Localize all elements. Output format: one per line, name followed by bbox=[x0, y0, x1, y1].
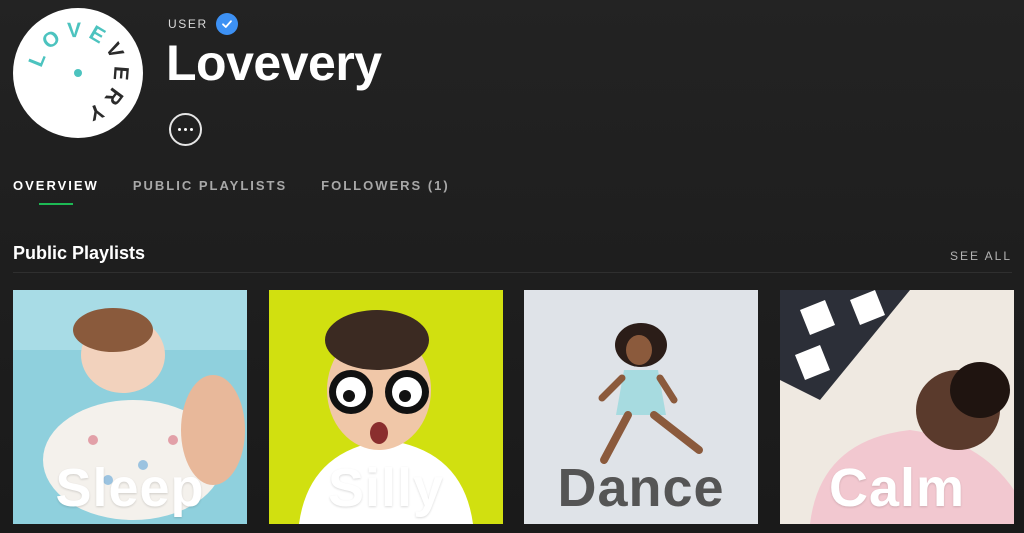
playlist-card-silly[interactable]: Silly bbox=[269, 290, 503, 524]
active-tab-indicator bbox=[39, 203, 73, 205]
playlist-title: Silly bbox=[327, 458, 445, 518]
playlist-title: Sleep bbox=[55, 458, 205, 518]
playlist-title: Dance bbox=[557, 458, 725, 518]
profile-page: LOVE VERY USER Lovevery OVERVIEW PUBLIC … bbox=[0, 0, 1024, 533]
profile-type-label: USER bbox=[168, 17, 208, 31]
more-options-button[interactable] bbox=[169, 113, 202, 146]
see-all-link[interactable]: SEE ALL bbox=[950, 249, 1012, 263]
playlist-title: Calm bbox=[828, 458, 966, 518]
section-divider bbox=[13, 272, 1012, 273]
playlist-card-dance[interactable]: Dance bbox=[524, 290, 758, 524]
playlist-card-sleep[interactable]: Sleep bbox=[13, 290, 247, 524]
avatar: LOVE VERY bbox=[13, 8, 143, 138]
profile-name: Lovevery bbox=[166, 35, 382, 91]
lovevery-logo: LOVE VERY bbox=[24, 19, 126, 127]
tab-followers-label: FOLLOWERS (1) bbox=[321, 178, 450, 193]
tab-public-playlists[interactable]: PUBLIC PLAYLISTS bbox=[133, 178, 287, 203]
tab-overview-label: OVERVIEW bbox=[13, 178, 99, 193]
tab-overview[interactable]: OVERVIEW bbox=[13, 178, 99, 205]
ellipsis-icon bbox=[178, 128, 181, 131]
profile-tabs: OVERVIEW PUBLIC PLAYLISTS FOLLOWERS (1) bbox=[13, 178, 450, 205]
tab-public-playlists-label: PUBLIC PLAYLISTS bbox=[132, 178, 288, 193]
tab-followers[interactable]: FOLLOWERS (1) bbox=[321, 178, 450, 203]
playlist-card-calm[interactable]: Calm bbox=[780, 290, 1014, 524]
section-title: Public Playlists bbox=[13, 243, 146, 263]
